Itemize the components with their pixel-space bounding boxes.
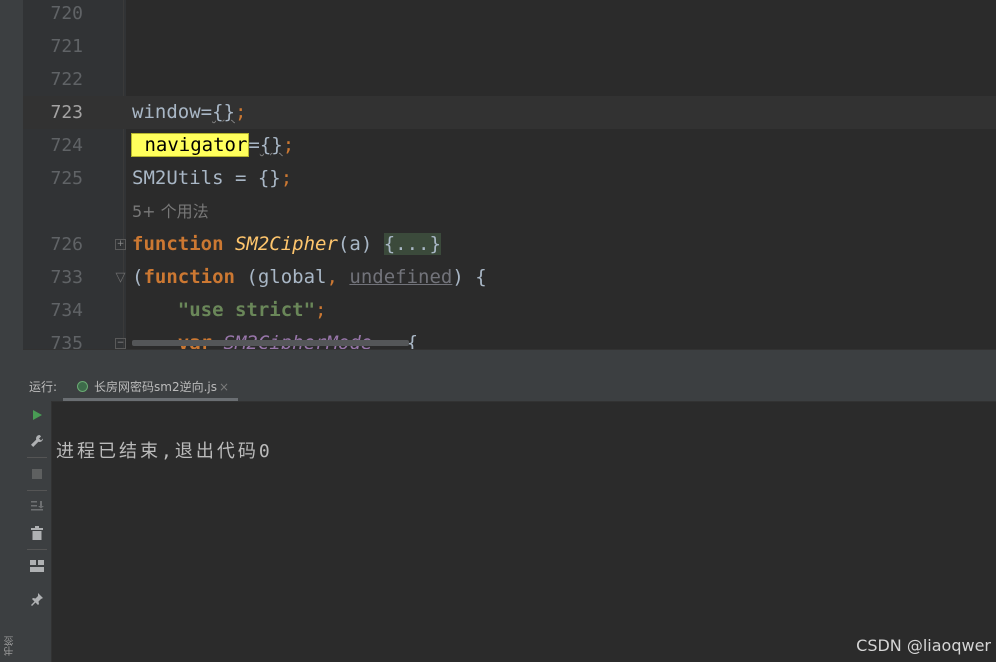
code-line-734[interactable]: 734 "use strict";	[23, 294, 996, 327]
code-line-721[interactable]: 721	[23, 30, 996, 63]
line-number: 725	[50, 168, 83, 189]
usages-inlay-hint[interactable]: 5+ 个用法	[132, 195, 209, 228]
run-tool-window: 运行: 长房网密码sm2逆向.js × 进程已结束,退出代码0	[23, 373, 996, 662]
line-number: 722	[50, 69, 83, 90]
horizontal-scrollbar[interactable]	[132, 340, 409, 346]
line-number: 724	[50, 135, 83, 156]
code-text: window={};	[132, 101, 247, 123]
line-number: 735	[50, 333, 83, 349]
trash-icon[interactable]	[29, 525, 45, 541]
stop-icon[interactable]	[29, 466, 45, 482]
close-icon[interactable]: ×	[219, 373, 229, 401]
line-number: 734	[50, 300, 83, 321]
code-line-726[interactable]: 726 + function SM2Cipher(a) {...}	[23, 228, 996, 261]
code-line-733[interactable]: 733 ▽ (function (global, undefined) {	[23, 261, 996, 294]
run-icon[interactable]	[29, 407, 45, 423]
code-line-720[interactable]: 720	[23, 0, 996, 30]
run-header: 运行: 长房网密码sm2逆向.js ×	[23, 373, 996, 402]
code-text: "use strict";	[177, 299, 327, 321]
run-label: 运行:	[29, 380, 58, 394]
line-number: 726	[50, 234, 83, 255]
console-output[interactable]: 进程已结束,退出代码0	[56, 437, 273, 463]
usage-hint-line[interactable]: 5+ 个用法	[23, 195, 996, 228]
line-number: 721	[50, 36, 83, 57]
watermark: CSDN @liaoqwer	[856, 636, 991, 655]
code-line-722[interactable]: 722	[23, 63, 996, 96]
code-line-723[interactable]: 723 window={};	[23, 96, 996, 129]
code-editor[interactable]: 720 721 722 723 window={}; 724 navigator…	[23, 0, 996, 349]
line-number: 733	[50, 267, 83, 288]
toolbar-separator	[27, 549, 47, 550]
fold-collapse-icon[interactable]: ▽	[115, 271, 126, 284]
left-tool-strip: 书签	[0, 0, 24, 662]
search-highlight: navigator	[130, 133, 250, 157]
toolbar-separator	[27, 490, 47, 491]
code-line-724[interactable]: 724 navigator={};	[23, 129, 996, 162]
panel-splitter[interactable]	[23, 349, 996, 374]
run-toolbar	[23, 401, 52, 662]
code-text: function SM2Cipher(a) {...}	[132, 233, 441, 255]
run-tab-label: 长房网密码sm2逆向.js	[94, 380, 217, 394]
pin-icon[interactable]	[29, 591, 45, 607]
line-number: 723	[23, 96, 83, 129]
line-number: 720	[50, 3, 83, 24]
bookmarks-label[interactable]: 书签	[3, 636, 18, 656]
code-line-725[interactable]: 725 SM2Utils = {};	[23, 162, 996, 195]
active-tab-indicator	[63, 398, 238, 401]
scroll-to-end-icon[interactable]	[29, 498, 45, 514]
code-text: SM2Utils = {};	[132, 167, 293, 189]
folded-region[interactable]: {...}	[383, 233, 441, 255]
run-config-tab[interactable]: 长房网密码sm2逆向.js ×	[63, 373, 238, 401]
toolbar-separator	[27, 457, 47, 458]
nodejs-icon	[77, 381, 88, 392]
fold-expand-icon[interactable]: +	[115, 239, 126, 250]
wrench-icon[interactable]	[29, 433, 45, 449]
layout-icon[interactable]	[29, 558, 45, 574]
code-text: (function (global, undefined) {	[132, 266, 487, 288]
code-text: navigator={};	[130, 133, 295, 157]
fold-collapse-icon[interactable]: −	[115, 338, 126, 349]
